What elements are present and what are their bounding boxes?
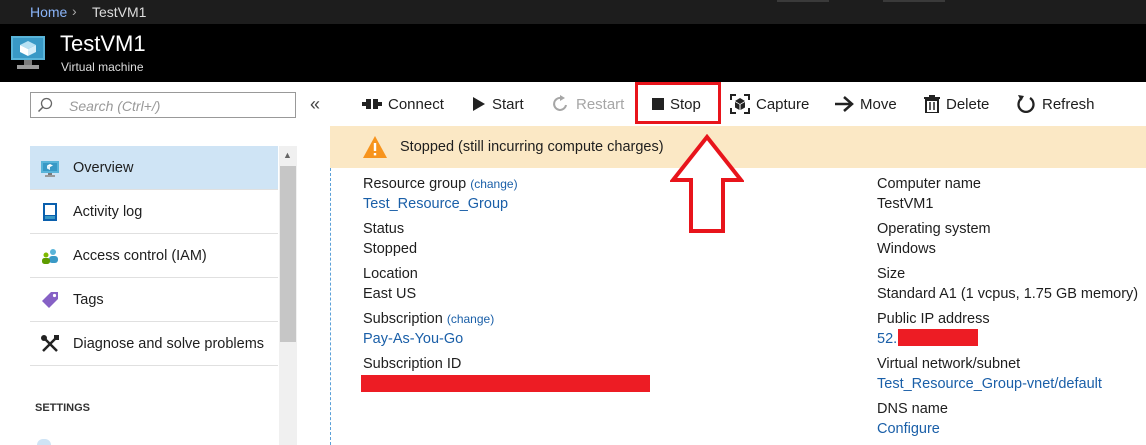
nav-item-label: Activity log [73,204,143,220]
vnet-link[interactable]: Test_Resource_Group-vnet/default [877,376,1102,392]
warning-triangle-icon [363,136,387,158]
connect-button[interactable]: Connect [362,93,444,115]
nav-item-label: Access control (IAM) [73,248,207,264]
nav-item-overview[interactable]: Overview [30,146,278,190]
status-label: Status [363,221,405,237]
location-label: Location [363,266,418,282]
subscription-field: Subscription (change) [363,309,494,329]
play-icon [473,97,485,111]
breadcrumb-separator: › [72,3,77,19]
move-label: Move [860,95,897,113]
overview-monitor-icon [41,161,59,177]
restart-icon [553,95,567,111]
search-box[interactable] [30,92,296,118]
command-bar: Connect Start Restart Stop Capture Move … [330,82,1146,126]
connect-icon [362,99,382,109]
public-ip-redaction [898,329,978,346]
refresh-button[interactable]: Refresh [1016,93,1095,115]
settings-section-header: SETTINGS [35,402,91,414]
subscription-link[interactable]: Pay-As-You-Go [363,331,463,347]
capture-label: Capture [756,95,810,113]
nav-item-label: Overview [73,160,134,176]
computer-name-value: TestVM1 [877,196,934,212]
status-value: Stopped [363,241,418,257]
warning-message: Stopped (still incurring compute charges… [400,139,664,155]
connect-label: Connect [388,95,444,113]
menu-scrollbar[interactable]: ▲ [279,146,297,445]
location-value: East US [363,286,417,302]
nav-item-label: Diagnose and solve problems [73,336,265,352]
size-value: Standard A1 (1 vcpus, 1.75 GB memory) [877,286,1139,302]
os-value: Windows [877,241,936,257]
nav-item-label: Tags [73,292,104,308]
delete-button[interactable]: Delete [924,93,989,115]
subscription-change-link[interactable]: (change) [447,312,494,326]
trash-icon [924,95,940,113]
scrollbar-thumb[interactable] [280,166,296,342]
dns-label: DNS name [877,401,948,417]
scroll-up-icon[interactable]: ▲ [283,150,292,160]
dns-value: Configure [877,419,940,439]
top-tab-indicator [777,0,829,2]
vnet-label: Virtual network/subnet [877,356,1021,372]
subscription-label: Subscription [363,311,443,327]
os-label: Operating system [877,221,991,237]
resource-group-link[interactable]: Test_Resource_Group [363,196,508,212]
tag-icon [42,292,58,308]
refresh-icon [1017,95,1035,113]
delete-label: Delete [946,95,990,113]
capture-icon [730,94,750,114]
public-ip-label: Public IP address [877,311,990,327]
capture-button[interactable]: Capture [730,93,809,115]
settings-first-item-icon [37,439,51,445]
collapse-menu-button[interactable]: « [310,94,320,115]
resource-group-field: Resource group (change) [363,174,518,194]
resource-menu: « Overview Activity log [0,82,330,445]
resource-group-value: Test_Resource_Group [363,194,508,214]
wrench-icon [41,335,59,352]
public-ip-value: 52. [877,329,897,349]
nav-item-diagnose[interactable]: Diagnose and solve problems [30,322,278,366]
resource-header: TestVM1 Virtual machine [0,24,1146,82]
nav-item-access-control[interactable]: Access control (IAM) [30,234,278,278]
search-input[interactable] [67,95,291,117]
virtual-machine-icon [11,36,45,69]
restart-label: Restart [576,95,625,113]
subscription-id-redaction [361,375,650,392]
subscription-id-label: Subscription ID [363,356,462,372]
start-label: Start [492,95,524,113]
vnet-value: Test_Resource_Group-vnet/default [877,374,1102,394]
nav-item-tags[interactable]: Tags [30,278,278,322]
search-icon [37,97,53,113]
up-arrow-annotation-icon [670,134,744,233]
move-button[interactable]: Move [834,93,897,115]
computer-name-label: Computer name [877,176,981,192]
resource-group-change-link[interactable]: (change) [470,177,517,191]
nav-list: Overview Activity log Access control (IA… [30,146,278,366]
refresh-label: Refresh [1042,95,1095,113]
top-tab-indicator [883,0,945,2]
resource-group-label: Resource group [363,176,467,192]
start-button[interactable]: Start [472,93,524,115]
arrow-right-icon [835,96,854,112]
restart-button[interactable]: Restart [552,93,624,115]
breadcrumb-home-link[interactable]: Home [30,4,67,20]
public-ip-link[interactable]: 52. [877,331,897,347]
breadcrumb: Home › TestVM1 [0,0,1146,24]
resource-title: TestVM1 [60,31,146,56]
iam-people-icon [42,249,58,264]
activity-log-icon [43,203,57,221]
dns-configure-link[interactable]: Configure [877,421,940,437]
subscription-value: Pay-As-You-Go [363,329,463,349]
nav-item-activity-log[interactable]: Activity log [30,190,278,234]
resource-subtitle: Virtual machine [61,60,144,74]
stop-button-highlight-annotation [635,82,721,124]
size-label: Size [877,266,906,282]
breadcrumb-current: TestVM1 [92,4,147,20]
